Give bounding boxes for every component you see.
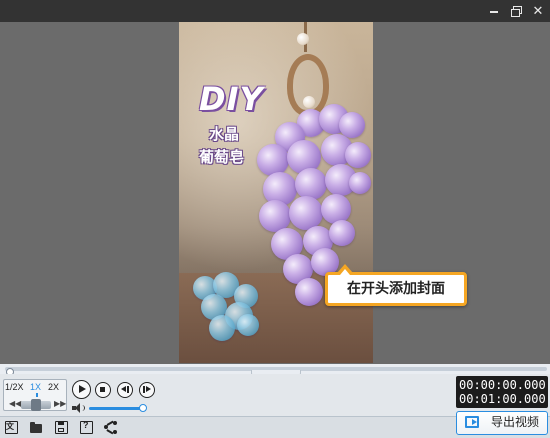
restore-icon[interactable] [508,3,524,19]
speed-indicator [36,393,38,397]
volume-slider[interactable] [89,407,143,410]
current-time: 00:00:00.000 [459,378,546,392]
speed-half[interactable]: 1/2X [5,382,24,392]
add-cover-tooltip[interactable]: 在开头添加封面 [325,264,467,306]
share-icon[interactable] [104,420,117,434]
close-icon[interactable]: ✕ [530,3,546,19]
minimize-icon[interactable] [486,3,502,19]
volume-icon[interactable] [72,403,86,413]
export-icon [465,416,479,428]
speed-control[interactable]: 1/2X 1X 2X ◀◀ ▶▶ [3,379,67,411]
title-bar: ✕ [0,0,550,22]
speed-slider[interactable] [21,399,51,411]
step-forward-icon[interactable]: ▶▶ [54,399,66,408]
video-preview-area: DIY 水晶 葡萄皂 [0,22,550,364]
diy-title-overlay: DIY [199,80,264,118]
export-label: 导出视频 [490,415,539,429]
open-folder-icon[interactable] [30,421,43,434]
stop-icon[interactable] [95,382,111,398]
video-frame: DIY 水晶 葡萄皂 [179,22,373,363]
cover-icon[interactable] [5,421,18,434]
speed-1x[interactable]: 1X [30,382,41,392]
step-back-icon[interactable]: ◀◀ [9,399,21,408]
play-icon[interactable] [72,380,91,399]
save-as-icon[interactable] [80,420,93,434]
speed-2x[interactable]: 2X [48,382,59,392]
playback-controls: 1/2X 1X 2X ◀◀ ▶▶ 00:00:00.000 00:01:00.0… [0,374,550,416]
subtitle-line2: 葡萄皂 [199,148,245,166]
save-icon[interactable] [55,421,68,434]
total-time: 00:01:00.000 [459,392,546,406]
time-display: 00:00:00.000 00:01:00.000 [456,376,548,408]
next-frame-icon[interactable] [139,382,155,398]
prev-frame-icon[interactable] [117,382,133,398]
subtitle-line1: 水晶 [209,125,240,143]
volume-thumb[interactable] [139,404,147,412]
export-video-button[interactable]: 导出视频 [456,411,548,435]
